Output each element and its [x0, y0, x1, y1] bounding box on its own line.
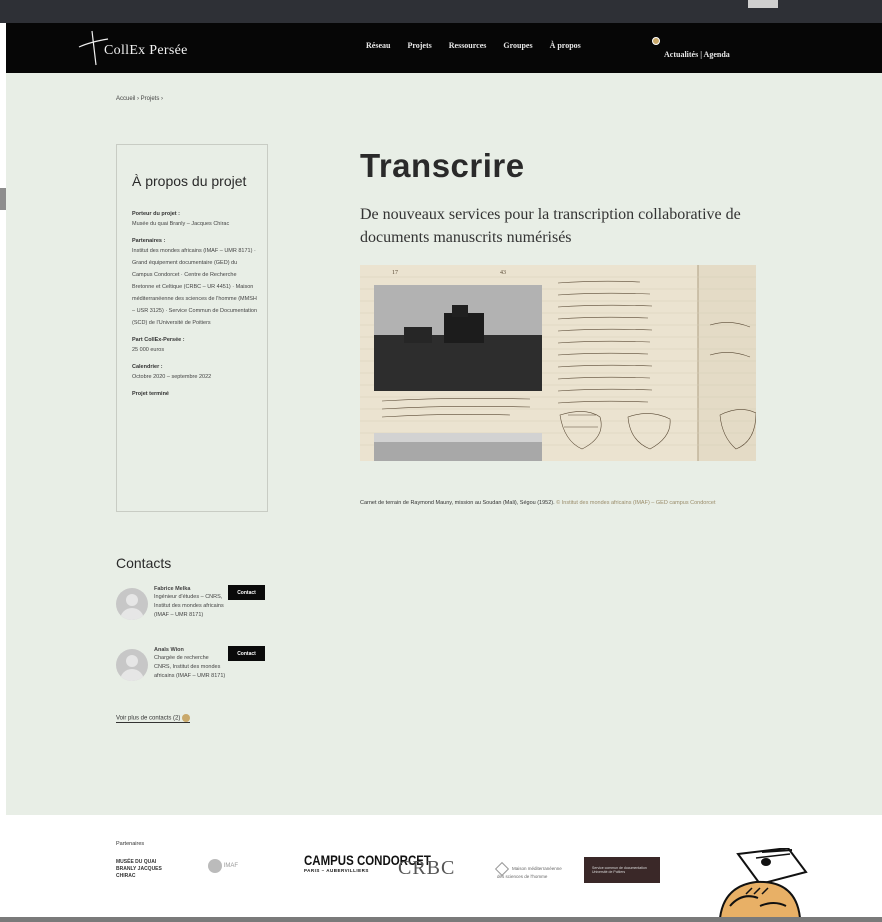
label-partenaires: Partenaires :	[132, 238, 166, 244]
nav-projets[interactable]: Projets	[407, 41, 431, 57]
partner-logo-scd[interactable]: Service commun de documentation Universi…	[584, 857, 660, 883]
partner-logo-mmsh[interactable]: Maison méditerranéenne des sciences de l…	[494, 861, 567, 879]
contact-card: Fabrice Melka Ingénieur d'études – CNRS,…	[116, 585, 276, 645]
partner-logo-mqb[interactable]: MUSÉE DU QUAI BRANLY JACQUES CHIRAC	[116, 859, 172, 880]
value-porteur: Musée du quai Branly – Jacques Chirac	[132, 221, 230, 227]
imaf-text: IMAF	[223, 863, 239, 869]
page-subtitle: De nouveaux services pour la transcripti…	[360, 206, 741, 246]
page-title: Transcrire	[360, 147, 525, 184]
avatar	[116, 588, 148, 620]
project-info-card: À propos du projet Porteur du projet : M…	[116, 144, 268, 512]
sidebar-body: Porteur du projet : Musée du quai Branly…	[132, 203, 258, 398]
contact-role: Ingénieur d'études – CNRS, Institut des …	[154, 594, 224, 618]
value-partenaires: Institut des mondes africains (IMAF – UM…	[132, 248, 258, 326]
nav-groupes[interactable]: Groupes	[503, 41, 532, 57]
corner-tab	[748, 0, 778, 8]
notification-dot-icon	[652, 37, 660, 45]
contact-role: Chargée de recherche CNRS, Institut des …	[154, 655, 226, 679]
caption-credit[interactable]: © Institut des mondes africains (IMAF) –…	[556, 500, 715, 506]
nav-reseau[interactable]: Réseau	[366, 41, 390, 57]
avatar	[116, 649, 148, 681]
contacts-title: Contacts	[116, 555, 172, 571]
label-porteur: Porteur du projet :	[132, 211, 180, 217]
logo-text: CollEx Persée	[104, 43, 188, 58]
label-status: Projet terminé	[132, 391, 169, 397]
partners-label: Partenaires	[116, 841, 145, 847]
contact-card: Anaïs Wion Chargée de recherche CNRS, In…	[116, 646, 276, 706]
page-date-text: 43	[500, 270, 506, 276]
contact-info: Anaïs Wion Chargée de recherche CNRS, In…	[154, 646, 226, 681]
sidebar-title: À propos du projet	[132, 173, 247, 189]
project-image: 17 43	[360, 265, 756, 461]
contact-button[interactable]: Contact	[228, 585, 265, 600]
label-calendrier: Calendrier :	[132, 364, 163, 370]
main-nav: Réseau Projets Ressources Groupes À prop…	[366, 41, 581, 57]
imaf-circle-icon	[208, 859, 222, 873]
label-part-collex: Part CollEx-Persée :	[132, 337, 185, 343]
value-calendrier: Octobre 2020 – septembre 2022	[132, 374, 212, 380]
site-logo[interactable]: CollEx Persée	[76, 29, 206, 67]
nav-actualites-agenda[interactable]: Actualités | Agenda	[664, 50, 730, 59]
partners-footer: Partenaires MUSÉE DU QUAI BRANLY JACQUES…	[0, 815, 882, 922]
mascot-icon	[718, 848, 808, 918]
page-number-text: 17	[392, 270, 398, 276]
more-contacts-label: Voir plus de contacts (2)	[116, 715, 181, 722]
partner-logo-crbc[interactable]: CRBC	[398, 857, 455, 880]
contact-button[interactable]: Contact	[228, 646, 265, 661]
caption-text: Carnet de terrain de Raymond Mauny, miss…	[360, 500, 555, 506]
notebook-illustration: 17 43	[360, 265, 756, 461]
contact-info: Fabrice Melka Ingénieur d'études – CNRS,…	[154, 585, 226, 620]
site-header: CollEx Persée Réseau Projets Ressources …	[6, 23, 882, 73]
bottom-edge-line	[0, 917, 882, 922]
nav-ressources[interactable]: Ressources	[449, 41, 487, 57]
value-part-collex: 25 000 euros	[132, 347, 165, 353]
more-contacts-link[interactable]: Voir plus de contacts (2)	[116, 714, 191, 723]
nav-a-propos[interactable]: À propos	[550, 41, 581, 57]
plus-icon	[182, 714, 191, 722]
image-caption: Carnet de terrain de Raymond Mauny, miss…	[360, 499, 760, 508]
contact-name: Fabrice Melka	[154, 586, 191, 592]
contact-name: Anaïs Wion	[154, 647, 184, 653]
partner-logo-imaf[interactable]: IMAF	[208, 859, 238, 873]
breadcrumb[interactable]: Accueil › Projets ›	[116, 96, 163, 102]
main-content: Accueil › Projets › À propos du projet P…	[6, 73, 882, 815]
